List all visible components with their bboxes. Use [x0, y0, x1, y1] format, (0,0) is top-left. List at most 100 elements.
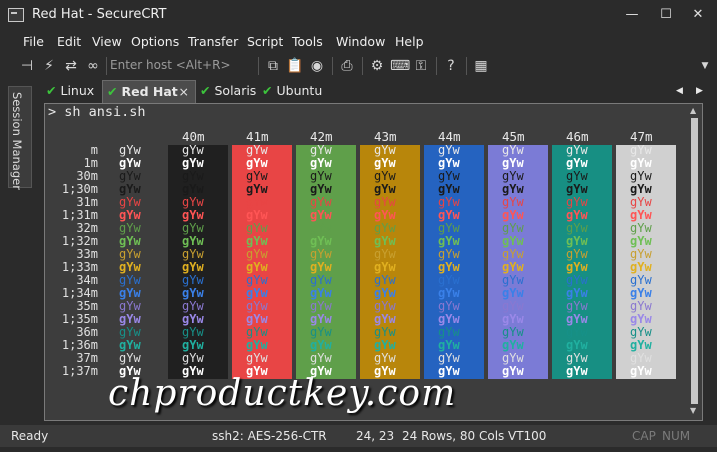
sample-cell: gYw [566, 312, 588, 326]
sample-cell: gYw [310, 325, 332, 339]
link-icon[interactable]: ∞ [84, 57, 102, 75]
menu-help[interactable]: Help [395, 34, 424, 49]
host-input[interactable]: Enter host <Alt+R> [110, 56, 255, 74]
sample-cell: gYw [119, 143, 141, 157]
sample-cell: gYw [502, 338, 524, 352]
sample-cell: gYw [246, 156, 268, 170]
close-button[interactable]: ✕ [684, 6, 712, 24]
tab-scroll-left-icon[interactable]: ◀ [676, 80, 688, 102]
sample-cell: gYw [119, 247, 141, 261]
paste-icon[interactable]: 📋 [286, 57, 304, 75]
sample-cell: gYw [119, 182, 141, 196]
sample-cell: gYw [374, 208, 396, 222]
sample-cell: gYw [630, 221, 652, 235]
sample-cell: gYw [182, 273, 204, 287]
sample-cell: gYw [310, 182, 332, 196]
sample-cell: gYw [630, 286, 652, 300]
sample-cell: gYw [374, 338, 396, 352]
sample-cell: gYw [502, 169, 524, 183]
sample-cell: gYw [502, 312, 524, 326]
sample-cell: gYw [630, 247, 652, 261]
scrollbar-thumb[interactable] [691, 118, 698, 404]
find-icon[interactable]: ◉ [308, 57, 326, 75]
sample-cell: gYw [246, 338, 268, 352]
sample-cell: gYw [630, 208, 652, 222]
sample-cell: gYw [182, 143, 204, 157]
tab-ubuntu[interactable]: ✔ Ubuntu [262, 80, 342, 102]
copy-icon[interactable]: ⧉ [264, 57, 282, 75]
toolbar-overflow-icon[interactable]: ▼ [696, 57, 714, 75]
menu-file[interactable]: File [23, 34, 44, 49]
reconnect-icon[interactable]: ⇄ [62, 57, 80, 75]
terminal-scrollbar[interactable]: ▲ ▼ [689, 104, 700, 418]
sample-cell: gYw [438, 143, 460, 157]
sample-cell: gYw [438, 156, 460, 170]
sample-cell: gYw [246, 312, 268, 326]
sample-cell: gYw [630, 364, 652, 378]
menu-script[interactable]: Script [247, 34, 283, 49]
row-label-30m: 30m [76, 169, 98, 183]
sample-cell: gYw [566, 143, 588, 157]
sample-cell: gYw [182, 221, 204, 235]
sample-cell: gYw [374, 169, 396, 183]
minimize-button[interactable]: — [618, 6, 646, 24]
menu-edit[interactable]: Edit [57, 34, 81, 49]
sample-cell: gYw [374, 195, 396, 209]
sample-cell: gYw [502, 325, 524, 339]
sample-cell: gYw [246, 221, 268, 235]
column-header-47m: 47m [630, 129, 653, 144]
sample-cell: gYw [374, 234, 396, 248]
sample-cell: gYw [502, 182, 524, 196]
tab-scroll-right-icon[interactable]: ▶ [696, 80, 708, 102]
sample-cell: gYw [630, 299, 652, 313]
sample-cell: gYw [630, 143, 652, 157]
settings-icon[interactable]: ⚙ [368, 57, 386, 75]
sample-cell: gYw [182, 286, 204, 300]
sftp-icon[interactable]: ▦ [472, 57, 490, 75]
maximize-button[interactable]: ☐ [652, 6, 680, 24]
tab-label: Red Hat [121, 84, 178, 99]
menu-options[interactable]: Options [131, 34, 179, 49]
connect-icon[interactable]: ⊣ [18, 57, 36, 75]
print-icon[interactable]: ⎙ [338, 57, 356, 75]
sample-cell: gYw [502, 273, 524, 287]
key-icon[interactable]: ⚿ [412, 57, 430, 75]
sample-cell: gYw [438, 325, 460, 339]
sample-cell: gYw [502, 208, 524, 222]
sample-cell: gYw [374, 221, 396, 235]
sample-cell: gYw [119, 195, 141, 209]
sample-cell: gYw [246, 273, 268, 287]
status-cursor: 24, 23 [356, 429, 395, 443]
sample-cell: gYw [246, 247, 268, 261]
tab-linux[interactable]: ✔ Linux [46, 80, 104, 102]
status-bar: Ready ssh2: AES-256-CTR 24, 23 24 Rows, … [0, 425, 717, 447]
sample-cell: gYw [630, 273, 652, 287]
scroll-down-icon[interactable]: ▼ [690, 406, 696, 415]
sample-cell: gYw [310, 208, 332, 222]
row-label-1m: 1m [83, 156, 98, 170]
sample-cell: gYw [119, 260, 141, 274]
sample-cell: gYw [566, 195, 588, 209]
keymap-icon[interactable]: ⌨ [390, 57, 410, 75]
menu-window[interactable]: Window [336, 34, 385, 49]
menu-tools[interactable]: Tools [292, 34, 323, 49]
sample-cell: gYw [374, 273, 396, 287]
help-icon[interactable]: ? [442, 57, 460, 75]
sample-cell: gYw [566, 169, 588, 183]
menu-view[interactable]: View [92, 34, 122, 49]
tab-solaris[interactable]: ✔ Solaris [200, 80, 270, 102]
tab-label: Ubuntu [276, 83, 323, 98]
menu-transfer[interactable]: Transfer [188, 34, 238, 49]
sample-cell: gYw [438, 338, 460, 352]
sample-cell: gYw [374, 143, 396, 157]
quick-connect-icon[interactable]: ⚡ [40, 57, 58, 75]
sample-cell: gYw [310, 221, 332, 235]
close-tab-icon[interactable]: × [179, 81, 189, 103]
sample-cell: gYw [438, 234, 460, 248]
sample-cell: gYw [630, 312, 652, 326]
sample-cell: gYw [502, 286, 524, 300]
tab-red-hat[interactable]: ✔ Red Hat × [102, 80, 196, 103]
sample-cell: gYw [182, 299, 204, 313]
sample-cell: gYw [246, 286, 268, 300]
scroll-up-icon[interactable]: ▲ [690, 106, 696, 115]
